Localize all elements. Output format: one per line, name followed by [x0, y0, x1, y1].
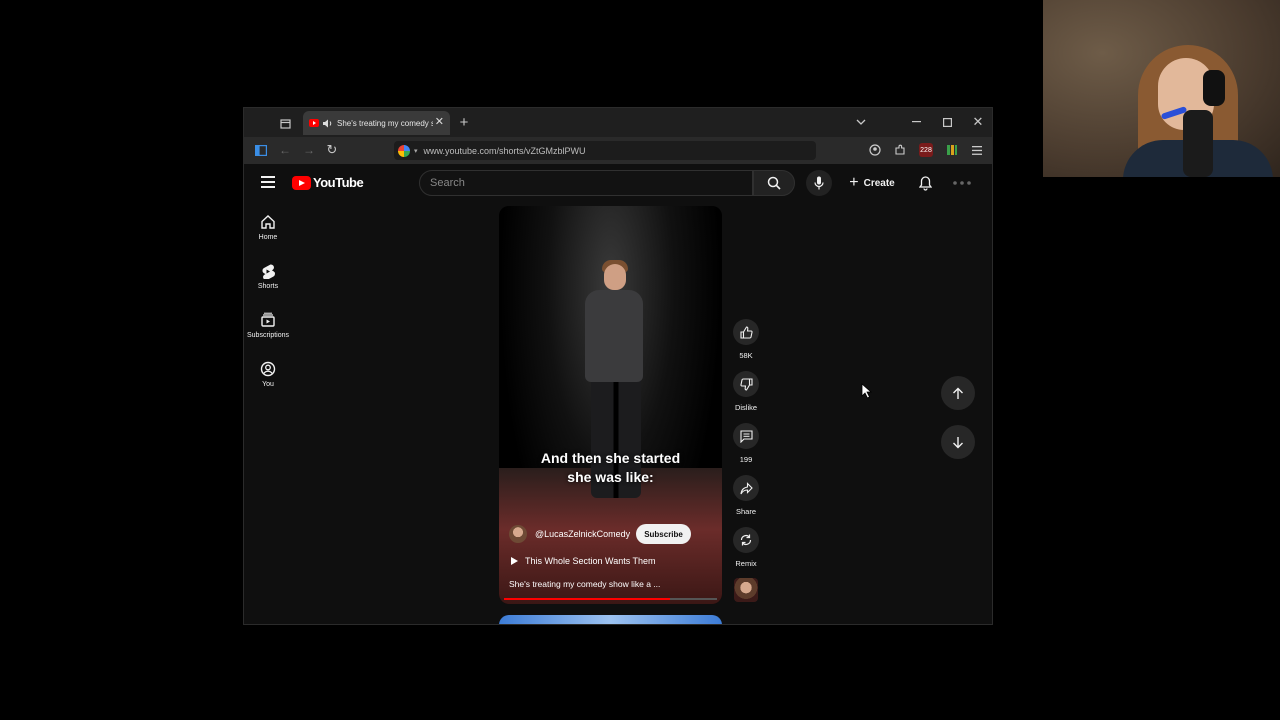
sound-link[interactable]: This Whole Section Wants Them: [511, 556, 656, 566]
create-label: Create: [863, 177, 895, 189]
next-short-button[interactable]: [941, 425, 975, 459]
close-window-button[interactable]: ✕: [971, 114, 985, 129]
like-count: 58K: [739, 351, 753, 360]
dislike-label: Dislike: [734, 403, 758, 412]
tab-actions-icon[interactable]: [278, 116, 292, 130]
comment-icon: [739, 429, 753, 443]
nav-label-shorts: Shorts: [257, 283, 279, 290]
youtube-play-icon: [292, 175, 311, 190]
channel-avatar[interactable]: [509, 525, 527, 543]
tab-title: She's treating my comedy s: [337, 118, 433, 128]
sound-thumbnail[interactable]: [734, 578, 758, 602]
search-icon: [767, 176, 781, 190]
minimize-button[interactable]: [910, 116, 922, 128]
grid-extension-icon[interactable]: [945, 143, 959, 157]
share-icon: [739, 481, 753, 494]
youtube-logo-text: YouTube: [313, 175, 364, 190]
new-tab-button[interactable]: +: [457, 114, 471, 131]
create-button[interactable]: + Create: [844, 170, 900, 196]
short-video-player[interactable]: And then she started she was like: @Luca…: [499, 206, 722, 604]
shorts-icon: [262, 264, 275, 279]
caption-line-1: And then she started: [540, 450, 681, 466]
home-icon: [261, 215, 275, 229]
nav-item-subscriptions[interactable]: Subscriptions: [244, 312, 292, 356]
thumbs-up-icon: [739, 325, 753, 339]
remix-button[interactable]: Remix: [732, 527, 760, 568]
url-text: www.youtube.com/shorts/vZtGMzblPWU: [423, 145, 586, 156]
comment-count: 199: [739, 455, 753, 464]
comments-button[interactable]: 199: [732, 423, 760, 464]
microphone-prop: [1183, 110, 1213, 177]
progress-bar[interactable]: [504, 598, 717, 600]
tab-bar: She's treating my comedy s ✕ + ✕: [244, 108, 992, 137]
avatar[interactable]: [952, 176, 972, 190]
channel-name[interactable]: @LucasZelnickComedy: [535, 529, 630, 539]
share-button[interactable]: Share: [732, 475, 760, 516]
performer-head: [604, 264, 626, 290]
sidebar-toggle-icon[interactable]: [254, 143, 268, 157]
chevron-down-icon[interactable]: ▾: [414, 147, 418, 155]
previous-short-button[interactable]: [941, 376, 975, 410]
thumbs-down-icon: [739, 377, 753, 391]
tab-list-chevron-icon[interactable]: [855, 116, 867, 128]
youtube-favicon-icon: [309, 119, 319, 127]
play-icon: [511, 557, 518, 565]
maximize-button[interactable]: [941, 116, 953, 128]
arrow-up-icon: [953, 387, 963, 399]
webcam-overlay: [1043, 0, 1280, 177]
sound-title: This Whole Section Wants Them: [525, 556, 656, 566]
performer-body: [585, 290, 643, 382]
guide-menu-icon[interactable]: [261, 176, 275, 188]
arrow-down-icon: [953, 436, 963, 448]
remix-label: Remix: [735, 559, 757, 568]
nav-label-subscriptions: Subscriptions: [246, 332, 290, 339]
browser-menu-icon[interactable]: [970, 143, 984, 157]
nav-label-home: Home: [258, 234, 278, 241]
search-button[interactable]: [753, 170, 795, 196]
back-arrow-icon[interactable]: ←: [278, 143, 292, 157]
google-icon: [398, 144, 410, 157]
subscribe-button[interactable]: Subscribe: [636, 524, 691, 544]
bell-icon: [918, 175, 932, 191]
youtube-page: YouTube Search + Create Home Shorts Subs…: [244, 164, 992, 624]
microphone-icon: [814, 176, 824, 190]
nav-label-you: You: [262, 381, 274, 388]
youtube-header: YouTube Search + Create: [244, 164, 992, 202]
cursor-arrow-icon: [861, 383, 873, 399]
subscriptions-icon: [261, 312, 275, 327]
account-icon[interactable]: [868, 143, 882, 157]
you-icon: [260, 361, 276, 377]
channel-row: @LucasZelnickComedy Subscribe: [509, 524, 691, 544]
notifications-button[interactable]: [913, 171, 937, 195]
short-title[interactable]: She's treating my comedy show like a ...: [509, 579, 660, 589]
progress-fill: [504, 598, 671, 600]
next-short-preview[interactable]: [499, 615, 722, 624]
ublock-extension-icon[interactable]: 228: [919, 143, 933, 157]
youtube-logo[interactable]: YouTube: [292, 175, 364, 190]
browser-window: She's treating my comedy s ✕ + ✕ ← → ↻ ▾…: [243, 107, 993, 625]
remix-icon: [740, 534, 752, 546]
share-label: Share: [735, 507, 756, 516]
dislike-button[interactable]: Dislike: [732, 371, 760, 412]
caption-line-2: she was like:: [567, 469, 654, 485]
tab-youtube-short[interactable]: She's treating my comedy s ✕: [303, 111, 450, 135]
reload-icon[interactable]: ↻: [325, 142, 339, 157]
headphone-icon: [1203, 70, 1225, 106]
search-placeholder: Search: [430, 177, 465, 189]
nav-item-home[interactable]: Home: [244, 214, 292, 258]
speaker-icon[interactable]: [323, 119, 333, 128]
video-caption: And then she started she was like:: [499, 449, 722, 487]
nav-item-you[interactable]: You: [244, 361, 292, 405]
like-button[interactable]: 58K: [732, 319, 760, 360]
tab-close-icon[interactable]: ✕: [435, 115, 444, 128]
forward-arrow-icon[interactable]: →: [302, 143, 316, 157]
url-field[interactable]: ▾ www.youtube.com/shorts/vZtGMzblPWU: [394, 141, 816, 160]
search-input[interactable]: Search: [419, 170, 753, 196]
address-bar: ← → ↻ ▾ www.youtube.com/shorts/vZtGMzblP…: [244, 137, 992, 164]
nav-item-shorts[interactable]: Shorts: [244, 263, 292, 307]
plus-icon: +: [849, 174, 859, 191]
extensions-puzzle-icon[interactable]: [893, 143, 907, 157]
voice-search-button[interactable]: [806, 170, 832, 196]
